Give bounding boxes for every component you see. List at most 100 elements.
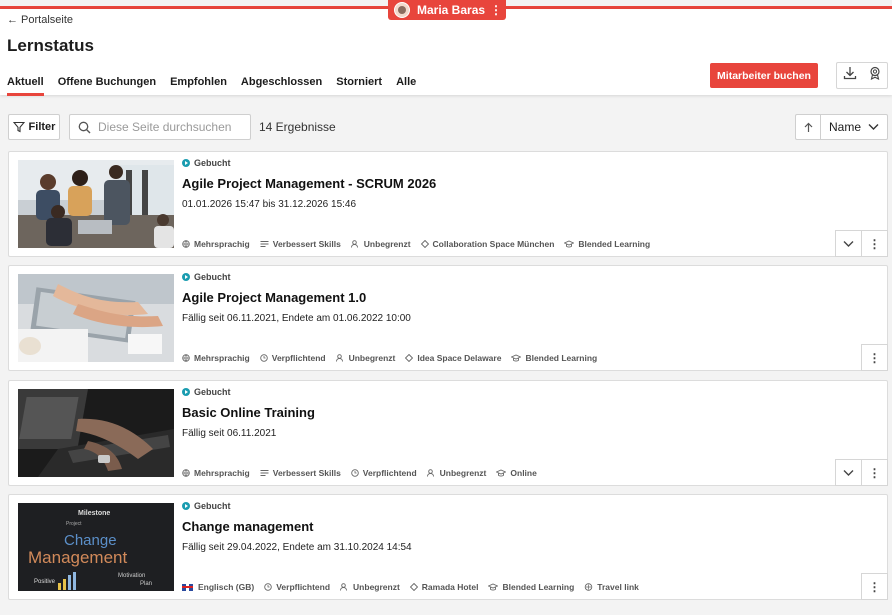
play-icon (182, 273, 190, 281)
more-vertical-icon: ⋮ (868, 236, 881, 251)
search-input[interactable] (98, 120, 238, 134)
meta-seats: Unbegrenzt (426, 468, 486, 478)
meta-seats: Unbegrenzt (340, 582, 400, 592)
user-name: Maria Baras (417, 3, 486, 17)
graduation-cap-icon (511, 354, 522, 362)
tab-empfohlen[interactable]: Empfohlen (170, 76, 227, 96)
more-vertical-icon: ⋮ (868, 579, 881, 594)
meta-location: Collaboration Space München (420, 239, 554, 249)
meta-language: Englisch (GB) (182, 582, 254, 592)
course-meta: Mehrsprachig Verbessert Skills Unbegrenz… (182, 239, 660, 249)
meta-language: Mehrsprachig (182, 239, 250, 249)
meta-seats: Unbegrenzt (350, 239, 411, 249)
certificate-icon[interactable] (868, 66, 882, 85)
user-menu-pill[interactable]: Maria Baras ⋮ (388, 0, 506, 20)
course-date: Fällig seit 29.04.2022, Endete am 31.10.… (182, 542, 412, 553)
meta-format: Blended Learning (564, 239, 650, 249)
status-badge: Gebucht (182, 158, 231, 168)
page-header: ← Portalseite Lernstatus Aktuell Offene … (0, 9, 892, 96)
filter-button[interactable]: Filter (8, 114, 60, 140)
tab-abgeschlossen[interactable]: Abgeschlossen (241, 76, 322, 96)
status-label: Gebucht (194, 501, 231, 511)
sort-direction-button[interactable] (795, 114, 820, 140)
status-badge: Gebucht (182, 387, 231, 397)
more-options-button[interactable]: ⋮ (861, 230, 888, 257)
chevron-down-icon (868, 124, 879, 130)
status-badge: Gebucht (182, 501, 231, 511)
search-icon (78, 121, 91, 133)
graduation-cap-icon (488, 583, 499, 591)
more-vertical-icon: ⋮ (868, 350, 881, 365)
more-options-button[interactable]: ⋮ (861, 344, 888, 371)
course-card[interactable]: Gebucht Agile Project Management 1.0 Fäl… (8, 265, 888, 371)
course-title[interactable]: Basic Online Training (182, 405, 315, 420)
location-icon (405, 354, 414, 362)
globe-icon (182, 469, 190, 477)
location-icon (409, 583, 418, 591)
location-icon (420, 240, 429, 248)
clock-icon (260, 354, 268, 362)
more-options-button[interactable]: ⋮ (861, 573, 888, 600)
tab-aktuell[interactable]: Aktuell (7, 76, 44, 96)
filter-icon (12, 121, 25, 133)
meta-format: Blended Learning (488, 582, 574, 592)
more-vertical-icon[interactable]: ⋮ (486, 3, 506, 17)
graduation-cap-icon (564, 240, 575, 248)
thumb-word: Positive (34, 579, 56, 585)
thumb-word: Change (64, 532, 117, 549)
course-meta: Englisch (GB) Verpflichtend Unbegrenzt R… (182, 582, 649, 592)
user-icon (340, 583, 347, 591)
search-box (69, 114, 251, 140)
expand-button[interactable] (835, 230, 862, 257)
tab-storniert[interactable]: Storniert (336, 76, 382, 96)
thumb-word: Milestone (78, 510, 110, 517)
download-icon[interactable] (843, 66, 857, 85)
meta-mandatory: Verpflichtend (351, 468, 417, 478)
header-icon-group (836, 62, 888, 89)
course-card[interactable]: Gebucht Basic Online Training Fällig sei… (8, 380, 888, 486)
tab-alle[interactable]: Alle (396, 76, 416, 96)
thumb-word: Motivation (118, 573, 145, 579)
course-title[interactable]: Agile Project Management - SCRUM 2026 (182, 176, 436, 191)
arrow-up-icon (804, 122, 812, 132)
play-icon (182, 159, 190, 167)
course-card[interactable]: Milestone Project Change Management Moti… (8, 494, 888, 600)
play-icon (182, 502, 190, 510)
globe-icon (182, 240, 190, 248)
sort-label: Name (829, 120, 862, 134)
status-label: Gebucht (194, 272, 231, 282)
user-icon (350, 240, 358, 248)
skills-icon (260, 241, 269, 247)
chevron-down-icon (843, 240, 854, 247)
meta-format: Online (496, 468, 537, 478)
sort-select[interactable]: Name (820, 114, 888, 140)
course-title[interactable]: Change management (182, 519, 313, 534)
user-icon (335, 354, 343, 362)
course-thumbnail (18, 389, 174, 477)
course-card[interactable]: Gebucht Agile Project Management - SCRUM… (8, 151, 888, 257)
course-date: Fällig seit 06.11.2021 (182, 428, 277, 439)
expand-button[interactable] (835, 459, 862, 486)
result-count: 14 Ergebnisse (259, 120, 336, 134)
book-employee-button[interactable]: Mitarbeiter buchen (710, 63, 818, 88)
uk-flag-icon (182, 583, 193, 591)
meta-mandatory: Verpflichtend (264, 582, 330, 592)
meta-language: Mehrsprachig (182, 353, 250, 363)
meta-location: Ramada Hotel (409, 582, 478, 592)
course-thumbnail (18, 160, 174, 248)
list-toolbar: Filter 14 Ergebnisse Name (0, 114, 892, 140)
course-thumbnail (18, 274, 174, 362)
filter-label: Filter (28, 121, 56, 133)
globe-icon (182, 354, 190, 362)
meta-travel: Travel link (584, 582, 639, 592)
status-badge: Gebucht (182, 272, 231, 282)
travel-link-icon (585, 583, 593, 591)
meta-skills: Verbessert Skills (260, 239, 341, 249)
meta-skills: Verbessert Skills (260, 468, 341, 478)
tab-offene-buchungen[interactable]: Offene Buchungen (58, 76, 156, 96)
back-link[interactable]: ← Portalseite (7, 14, 73, 26)
play-icon (182, 388, 190, 396)
more-options-button[interactable]: ⋮ (861, 459, 888, 486)
clock-icon (264, 583, 272, 591)
course-title[interactable]: Agile Project Management 1.0 (182, 290, 366, 305)
